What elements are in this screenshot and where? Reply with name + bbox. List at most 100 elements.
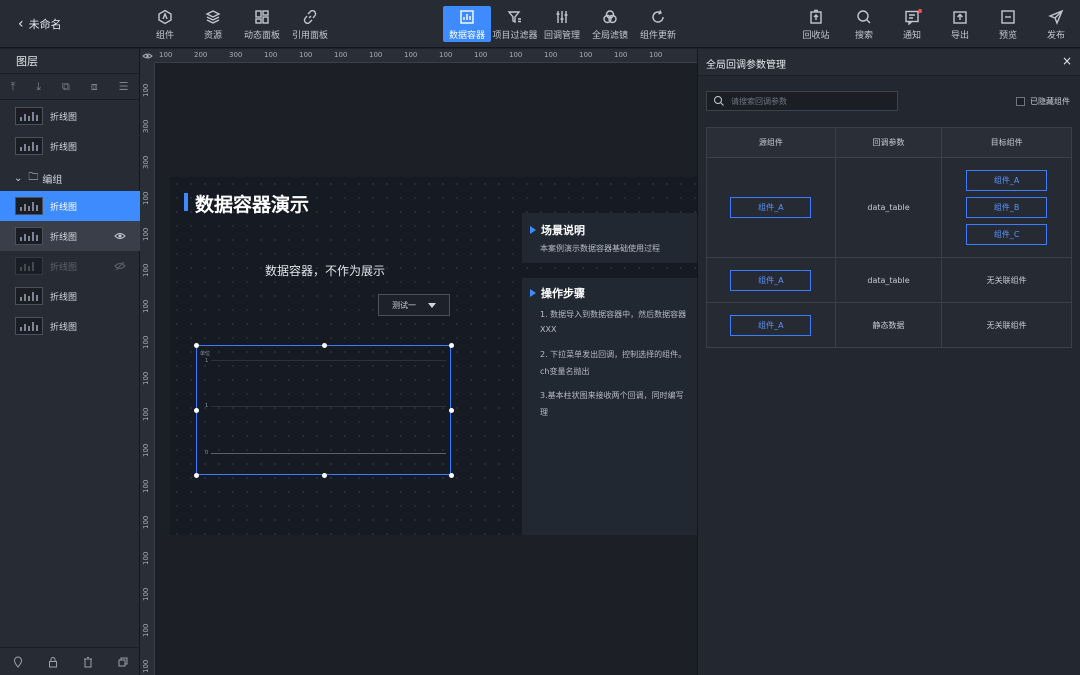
tool-export[interactable]: 导出 xyxy=(944,6,976,42)
layer-item[interactable]: 折线图 xyxy=(0,311,140,341)
send-icon xyxy=(1048,9,1064,25)
layer-label: 折线图 xyxy=(50,322,78,333)
move-bottom-icon[interactable]: ⤓ xyxy=(36,80,41,94)
layer-group[interactable]: ⌄ 🗀 编组 xyxy=(0,167,140,189)
lock-icon[interactable] xyxy=(47,656,59,668)
tool-notify[interactable]: 通知 xyxy=(896,6,928,42)
tool-dynamic-panel[interactable]: 动态面板 xyxy=(240,6,284,42)
tool-label: 资源 xyxy=(203,31,222,41)
resize-handle[interactable] xyxy=(449,473,454,478)
tool-recycle[interactable]: 回收站 xyxy=(800,6,832,42)
copy-icon[interactable] xyxy=(117,656,129,668)
tool-component[interactable]: 组件 xyxy=(150,6,180,42)
layer-item[interactable]: 折线图 xyxy=(0,131,140,161)
layer-item-selected[interactable]: 折线图 xyxy=(0,191,140,221)
triangle-right-icon xyxy=(530,226,536,234)
ruler-label: 200 xyxy=(194,51,208,59)
tool-resource[interactable]: 资源 xyxy=(198,6,228,42)
group-icon[interactable]: ⧉ xyxy=(62,80,70,94)
tool-component-update[interactable]: 组件更新 xyxy=(638,6,678,42)
data-container-icon xyxy=(460,10,474,24)
chevron-down-icon[interactable]: ⌄ xyxy=(14,173,22,184)
resize-handle[interactable] xyxy=(194,473,199,478)
scene-title-text: 场景说明 xyxy=(541,224,585,237)
component-tag[interactable]: 组件_C xyxy=(966,224,1048,245)
tool-label: 全局滤镜 xyxy=(591,31,628,41)
column-header: 回调参数 xyxy=(834,127,943,158)
param-cell: data_table xyxy=(834,257,943,303)
callback-panel: 全局回调参数管理 × 已隐藏组件 源组件 回调参数 目标组件 组件_A data… xyxy=(697,49,1080,675)
resize-handle[interactable] xyxy=(194,408,199,413)
component-tag[interactable]: 组件_A xyxy=(730,314,812,336)
ruler-label: 100 xyxy=(142,623,150,637)
component-icon xyxy=(158,9,172,25)
layer-item[interactable]: 折线图 xyxy=(0,281,140,311)
param-cell: 静态数据 xyxy=(834,302,943,348)
layer-item-hidden[interactable]: 折线图 xyxy=(0,251,140,281)
layer-item[interactable]: 折线图 xyxy=(0,221,140,251)
export-icon xyxy=(953,11,967,24)
source-cell: 组件_A xyxy=(706,257,836,303)
ruler-label: 100 xyxy=(142,335,150,349)
ruler-label: 100 xyxy=(142,515,150,529)
screen-stage[interactable]: 数据容器演示 数据容器，不作为展示 测试一 单位 1 1 0 场景说明 本案例演… xyxy=(170,177,697,535)
layer-item[interactable]: 折线图 xyxy=(0,101,140,131)
align-icon[interactable]: ☰ xyxy=(119,80,129,93)
component-tag[interactable]: 组件_A xyxy=(730,269,812,291)
component-tag[interactable]: 组件_B xyxy=(966,197,1048,218)
ungroup-icon[interactable]: ⧈ xyxy=(91,80,98,94)
ruler-label: 100 xyxy=(369,51,383,59)
link-icon xyxy=(303,10,317,24)
hidden-components-toggle[interactable]: 已隐藏组件 xyxy=(1016,96,1070,107)
resize-handle[interactable] xyxy=(322,343,327,348)
eye-off-icon[interactable] xyxy=(114,260,126,272)
tool-project-filter[interactable]: 项目过滤器 xyxy=(491,6,539,42)
tool-label: 回收站 xyxy=(802,31,830,41)
title-accent-bar xyxy=(184,193,188,211)
ruler-label: 100 xyxy=(142,587,150,601)
ruler-label: 300 xyxy=(229,51,243,59)
stage-subtitle: 数据容器，不作为展示 xyxy=(265,264,386,278)
resize-handle[interactable] xyxy=(194,343,199,348)
filter-lens-icon xyxy=(603,10,617,24)
chart-tick: 1 xyxy=(205,358,209,364)
line-chart-thumb-icon xyxy=(15,227,43,245)
line-chart-thumb-icon xyxy=(15,197,43,215)
tool-data-container[interactable]: 数据容器 xyxy=(443,6,491,42)
pin-icon[interactable] xyxy=(12,655,24,668)
resize-handle[interactable] xyxy=(322,473,327,478)
eye-icon[interactable] xyxy=(140,49,155,63)
search-input[interactable] xyxy=(731,96,881,106)
close-icon[interactable]: × xyxy=(1062,54,1072,68)
ruler-horizontal[interactable]: 100 200 300 100 100 100 100 100 100 100 100 100 100 1… xyxy=(155,49,697,63)
tool-label: 预览 xyxy=(998,31,1017,41)
tool-preview[interactable]: 预览 xyxy=(992,6,1024,42)
tool-label: 组件更新 xyxy=(639,31,676,41)
component-tag[interactable]: 组件_A xyxy=(966,170,1048,191)
stage-dropdown[interactable]: 测试一 xyxy=(378,294,450,316)
ruler-vertical[interactable]: 100 300 300 100 100 100 100 100 100 100 100 100 100 1… xyxy=(140,63,155,675)
resize-handle[interactable] xyxy=(449,408,454,413)
back-button[interactable]: ‹ 未命名 xyxy=(18,14,62,34)
tool-search[interactable]: 搜索 xyxy=(848,6,880,42)
checkbox[interactable] xyxy=(1016,97,1025,106)
tool-callback-manage[interactable]: 回调管理 xyxy=(542,6,582,42)
selected-chart[interactable]: 单位 1 1 0 xyxy=(194,343,454,478)
layer-label: 折线图 xyxy=(50,112,78,123)
tool-global-filter[interactable]: 全局滤镜 xyxy=(590,6,630,42)
tool-ref-panel[interactable]: 引用面板 xyxy=(288,6,332,42)
tool-publish[interactable]: 发布 xyxy=(1040,6,1072,42)
ruler-label: 100 xyxy=(142,479,150,493)
delete-icon[interactable] xyxy=(82,656,94,668)
ruler-label: 100 xyxy=(142,227,150,241)
component-tag[interactable]: 组件_A xyxy=(730,197,812,218)
target-cell: 无关联组件 xyxy=(941,302,1072,348)
tool-label: 搜索 xyxy=(854,31,873,41)
tool-label: 组件 xyxy=(155,31,174,41)
column-header: 源组件 xyxy=(706,127,836,158)
table-row: 组件_A data_table 组件_A 组件_B 组件_C xyxy=(706,157,1072,258)
eye-icon[interactable] xyxy=(114,230,126,242)
scene-title: 场景说明 xyxy=(530,222,585,238)
move-top-icon[interactable]: ⤒ xyxy=(10,80,15,94)
resize-handle[interactable] xyxy=(449,343,454,348)
